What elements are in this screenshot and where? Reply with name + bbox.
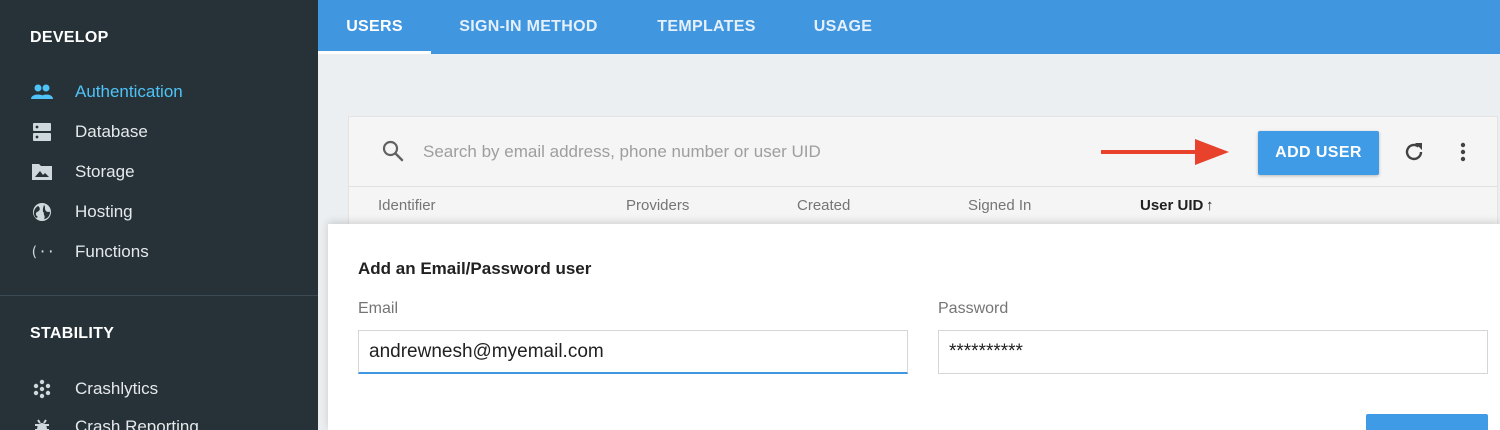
sidebar-item-hosting[interactable]: Hosting [0,193,318,229]
sidebar-item-crash-reporting[interactable]: Crash Reporting [0,408,318,430]
tab-users[interactable]: USERS [318,0,431,54]
sidebar-item-label: Crash Reporting [75,417,199,430]
email-label: Email [358,300,399,317]
sidebar-item-functions[interactable]: (···) Functions [0,233,318,269]
column-header-created[interactable]: Created [797,197,850,214]
people-icon [30,81,54,103]
sidebar-item-label: Database [75,122,148,141]
refresh-icon[interactable] [1402,140,1426,169]
column-header-user-uid[interactable]: User UID [1140,197,1203,214]
sidebar-item-label: Authentication [75,82,183,101]
add-user-button[interactable]: ADD USER [1258,131,1379,175]
sidebar-item-label: Storage [75,162,135,181]
password-label: Password [938,300,1009,317]
users-card: ADD USER Identifier Providers Created Si… [348,116,1498,236]
arrow-icon [1099,137,1231,172]
sidebar-item-authentication[interactable]: Authentication [0,73,318,109]
section-title-stability: STABILITY [30,325,115,342]
sort-ascending-icon[interactable]: ↑ [1206,197,1214,214]
svg-text:(···): (···) [30,245,54,261]
database-icon [30,121,54,143]
sidebar-item-database[interactable]: Database [0,113,318,149]
active-tab-indicator [318,51,431,54]
sidebar-item-label: Functions [75,242,149,261]
email-field[interactable]: andrewnesh@myemail.com [358,330,908,374]
add-user-dialog: Add an Email/Password user Email andrewn… [328,224,1500,430]
search-input[interactable] [423,137,1063,167]
column-header-identifier[interactable]: Identifier [378,197,436,214]
dialog-submit-button[interactable] [1366,414,1488,430]
password-field[interactable]: ********** [938,330,1488,374]
column-header-signed-in[interactable]: Signed In [968,197,1031,214]
tab-usage[interactable]: USAGE [787,0,899,54]
tab-sign-in-method[interactable]: SIGN-IN METHOD [431,0,626,54]
sidebar-item-label: Hosting [75,202,133,221]
tab-templates[interactable]: TEMPLATES [626,0,787,54]
search-icon [381,139,405,168]
sidebar-divider [0,295,318,296]
crashlytics-icon [30,378,54,400]
sidebar-item-label: Crashlytics [75,379,159,398]
section-title-develop: DEVELOP [30,29,109,46]
globe-icon [30,201,54,223]
functions-icon: (···) [30,241,54,263]
bug-icon [30,416,54,430]
tab-bar: USERS SIGN-IN METHOD TEMPLATES USAGE [318,0,1500,54]
image-icon [30,161,54,183]
sidebar-item-crashlytics[interactable]: Crashlytics [0,370,318,406]
dialog-title: Add an Email/Password user [358,259,592,278]
more-vert-icon[interactable] [1451,140,1475,169]
header-divider [349,186,1497,187]
sidebar: DEVELOP Authentication Database Storage … [0,0,318,430]
column-header-providers[interactable]: Providers [626,197,689,214]
sidebar-item-storage[interactable]: Storage [0,153,318,189]
